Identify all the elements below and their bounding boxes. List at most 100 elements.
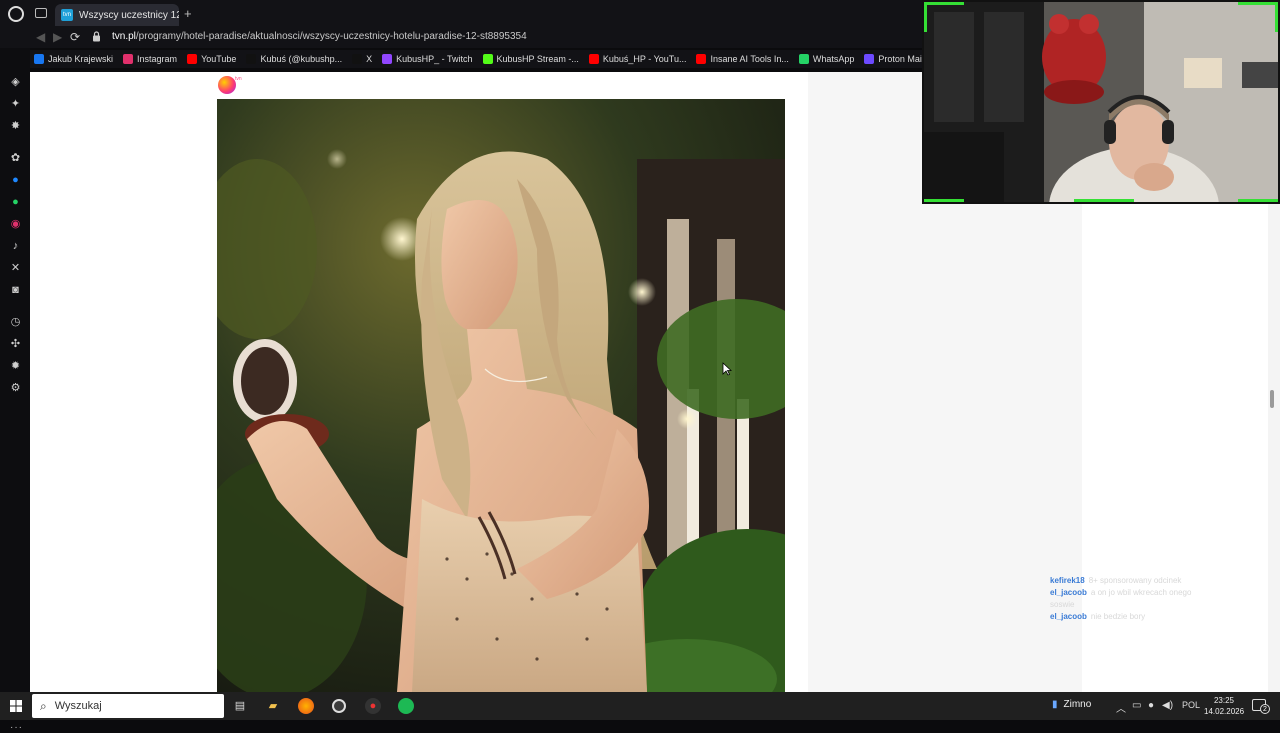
logo-superscript: tvn <box>235 76 242 82</box>
forward-icon[interactable]: ▶ <box>53 30 62 44</box>
bookmark-label: Insane AI Tools In... <box>710 54 789 64</box>
article-photo <box>217 99 785 692</box>
bookmark-label: YouTube <box>201 54 237 64</box>
bookmark-item[interactable]: YouTube <box>187 54 236 64</box>
task-view-icon[interactable]: ▤ <box>232 698 248 714</box>
bookmark-item[interactable]: X <box>352 54 372 64</box>
chat-text: nie bedzie bory <box>1090 612 1146 621</box>
bookmark-label: Instagram <box>137 54 178 64</box>
bookmark-item[interactable]: WhatsApp <box>798 54 855 64</box>
workspaces-icon[interactable] <box>35 8 47 18</box>
bookmark-item[interactable]: Kubuś (@kubushp... <box>246 54 342 64</box>
chatgpt-icon[interactable]: ✿ <box>9 152 22 165</box>
chat-message: el_jacoob nie bedzie bory <box>1050 611 1230 623</box>
lock-icon[interactable] <box>92 31 101 42</box>
chat-username: el_jacoob <box>1050 612 1087 621</box>
chat-message: kefirek18 8+ sponsorowany odcinek <box>1050 575 1230 587</box>
twitch-icon <box>382 54 393 64</box>
opera-gx-icon[interactable] <box>332 699 346 713</box>
weather-widget[interactable]: ▮ Zimno <box>1052 699 1091 710</box>
bookmarks-bar: Jakub Krajewski Instagram YouTube Kubuś (@k… <box>30 50 922 68</box>
x-icon <box>352 54 363 64</box>
discord-icon[interactable]: ◙ <box>9 284 22 297</box>
more-icon[interactable]: ··· <box>10 722 23 733</box>
new-tab-button[interactable]: + <box>184 6 192 21</box>
bookmark-label: Kubuś (@kubushp... <box>260 54 343 64</box>
bookmark-label: X <box>366 54 373 64</box>
messenger-icon[interactable]: ● <box>9 174 22 187</box>
clock-time: 23:25 <box>1213 696 1235 705</box>
tab-title: Wszyscy uczestnicy 12. ed <box>79 9 179 21</box>
tvn-seven-logo-icon[interactable] <box>218 76 236 94</box>
bookmark-item[interactable]: Kubuś_HP - YouTu... <box>588 54 686 64</box>
youtube-icon <box>588 54 599 64</box>
gx-control-icon[interactable]: ✦ <box>9 98 22 111</box>
frame-accent <box>924 2 964 5</box>
url-field[interactable]: tvn.pl/programy/hotel-paradise/aktualnos… <box>112 31 527 42</box>
bookmark-item[interactable]: Jakub Krajewski <box>34 54 113 64</box>
browser-tab-bar: tvn Wszyscy uczestnicy 12. ed + <box>0 0 922 28</box>
gx-cleaner-icon[interactable]: ✸ <box>9 120 22 133</box>
spotify-icon[interactable] <box>398 698 414 714</box>
obs-icon[interactable]: ● <box>365 698 381 714</box>
bookmark-label: KubusHP Stream -... <box>496 54 579 64</box>
bookmark-item[interactable]: Proton Mail <box>864 54 922 64</box>
tiktok-icon <box>246 54 257 64</box>
frame-accent <box>1074 199 1134 202</box>
notification-count: 2 <box>1260 704 1270 714</box>
volume-icon[interactable]: ◀) <box>1162 700 1173 711</box>
x-icon[interactable]: ✕ <box>9 262 22 275</box>
instagram-icon[interactable]: ◉ <box>9 218 22 231</box>
tvn-favicon-icon: tvn <box>61 9 73 21</box>
opera-gx-logo-icon[interactable] <box>8 6 24 22</box>
facebook-icon <box>34 54 44 64</box>
stream-chat-overlay: kefirek18 8+ sponsorowany odcinek el_jacoo… <box>1050 575 1230 623</box>
hot-tabs-icon[interactable]: ✹ <box>9 360 22 373</box>
frame-accent <box>924 199 964 202</box>
gx-corner-icon[interactable]: ◈ <box>9 76 22 89</box>
bookmark-label: WhatsApp <box>812 54 855 64</box>
reload-icon[interactable]: ⟳ <box>70 30 80 44</box>
taskbar-clock[interactable]: 23:25 14.02.2026 <box>1204 695 1244 717</box>
chat-text: 8+ sponsorowany odcinek <box>1088 576 1182 585</box>
browser-sidebar: ◈ ✦ ✸ ✿ ● ● ◉ ♪ ✕ ◙ ◷ ✣ ✹ ⚙ GX ··· <box>0 48 30 733</box>
bookmark-label: Jakub Krajewski <box>48 54 114 64</box>
kick-icon <box>482 54 493 64</box>
webcam-feed <box>924 2 1278 202</box>
network-icon[interactable]: ▭ <box>1132 700 1141 711</box>
bookmark-item[interactable]: Instagram <box>123 54 177 64</box>
back-icon[interactable]: ◀ <box>36 30 45 44</box>
tab-active[interactable]: tvn Wszyscy uczestnicy 12. ed <box>55 4 179 26</box>
tiktok-icon[interactable]: ♪ <box>9 240 22 253</box>
file-explorer-icon[interactable]: ▰ <box>265 698 281 714</box>
language-indicator[interactable]: POL <box>1182 700 1200 710</box>
settings-icon[interactable]: ⚙ <box>9 382 22 395</box>
taskbar-search[interactable]: ⌕ Wyszukaj <box>32 694 224 718</box>
frame-accent <box>1238 2 1278 5</box>
bookmark-label: KubusHP_ - Twitch <box>396 54 473 64</box>
chat-username: el_jacoob <box>1050 588 1087 597</box>
scrollbar-thumb[interactable] <box>1270 390 1274 408</box>
protonmail-icon <box>864 54 875 64</box>
frame-accent <box>1238 199 1278 202</box>
frame-accent <box>924 2 927 32</box>
youtube-icon <box>696 54 707 64</box>
frame-accent <box>1275 2 1278 32</box>
youtube-icon <box>187 54 198 64</box>
bookmark-item[interactable]: KubusHP_ - Twitch <box>382 54 473 64</box>
search-placeholder: Wyszukaj <box>54 700 102 712</box>
firefox-icon[interactable] <box>298 698 314 714</box>
bookmark-item[interactable]: KubusHP Stream -... <box>482 54 579 64</box>
windows-start-icon[interactable] <box>10 700 22 712</box>
whatsapp-icon[interactable]: ● <box>9 196 22 209</box>
search-icon: ⌕ <box>40 698 47 713</box>
windows-taskbar: ⌕ Wyszukaj ▤ ▰ ● ▮ Zimno ︿ ▭ ● ◀) POL 23… <box>0 692 1280 720</box>
microphone-icon[interactable]: ● <box>1148 700 1154 711</box>
extensions-icon[interactable]: ✣ <box>9 338 22 351</box>
weather-icon: ▮ <box>1052 699 1058 710</box>
weather-label: Zimno <box>1063 699 1092 710</box>
tray-expand-icon[interactable]: ︿ <box>1116 700 1126 715</box>
bookmark-item[interactable]: Insane AI Tools In... <box>696 54 789 64</box>
bookmark-label: Proton Mail <box>878 54 922 64</box>
history-icon[interactable]: ◷ <box>9 316 22 329</box>
